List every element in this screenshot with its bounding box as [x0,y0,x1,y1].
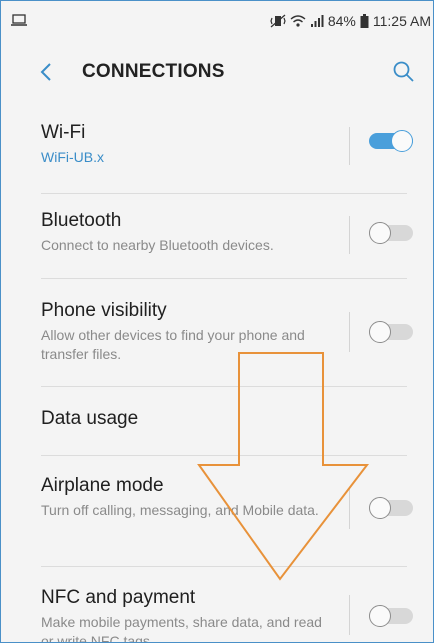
setting-row-wifi[interactable]: Wi-Fi WiFi-UB.x [41,105,413,194]
divider [349,216,350,254]
setting-title: Phone visibility [41,300,167,321]
divider [349,489,350,529]
battery-icon [360,14,369,28]
setting-row-nfc[interactable]: NFC and payment Make mobile payments, sh… [41,567,413,643]
app-bar: CONNECTIONS [1,41,433,105]
bluetooth-toggle[interactable] [369,222,413,244]
setting-title: NFC and payment [41,587,196,608]
phone-screen: 84% 11:25 AM CONNECTIONS Wi-Fi WiFi-UB.x… [0,0,434,643]
setting-title: Airplane mode [41,475,164,496]
page-title: CONNECTIONS [82,61,225,82]
setting-subtitle: Connect to nearby Bluetooth devices. [41,237,274,253]
settings-list: Wi-Fi WiFi-UB.x Bluetooth Connect to nea… [41,105,413,643]
status-bar: 84% 11:25 AM [1,1,433,41]
setting-row-bluetooth[interactable]: Bluetooth Connect to nearby Bluetooth de… [41,194,413,279]
setting-row-airplane-mode[interactable]: Airplane mode Turn off calling, messagin… [41,456,413,567]
setting-title: Data usage [41,408,139,429]
airplane-mode-toggle[interactable] [369,497,413,519]
setting-title: Wi-Fi [41,122,86,143]
vibrate-mute-icon [270,14,286,28]
laptop-icon [11,13,27,30]
nfc-toggle[interactable] [369,605,413,627]
search-icon[interactable] [391,59,417,85]
divider [349,127,350,165]
setting-subtitle: Make mobile payments, share data, and re… [41,614,322,643]
divider [349,312,350,352]
clock: 11:25 AM [372,13,431,29]
cell-signal-icon [310,14,324,28]
phone-visibility-toggle[interactable] [369,321,413,343]
setting-subtitle: Turn off calling, messaging, and Mobile … [41,502,319,518]
wifi-signal-icon [290,14,306,28]
wifi-toggle[interactable] [369,130,413,152]
setting-subtitle: WiFi-UB.x [41,149,104,165]
setting-subtitle: Allow other devices to find your phone a… [41,327,305,362]
battery-percent: 84% [327,13,356,29]
setting-row-data-usage[interactable]: Data usage [41,387,407,456]
chevron-left-icon[interactable] [37,60,57,84]
setting-row-phone-visibility[interactable]: Phone visibility Allow other devices to … [41,279,413,387]
setting-title: Bluetooth [41,210,122,231]
divider [349,595,350,635]
